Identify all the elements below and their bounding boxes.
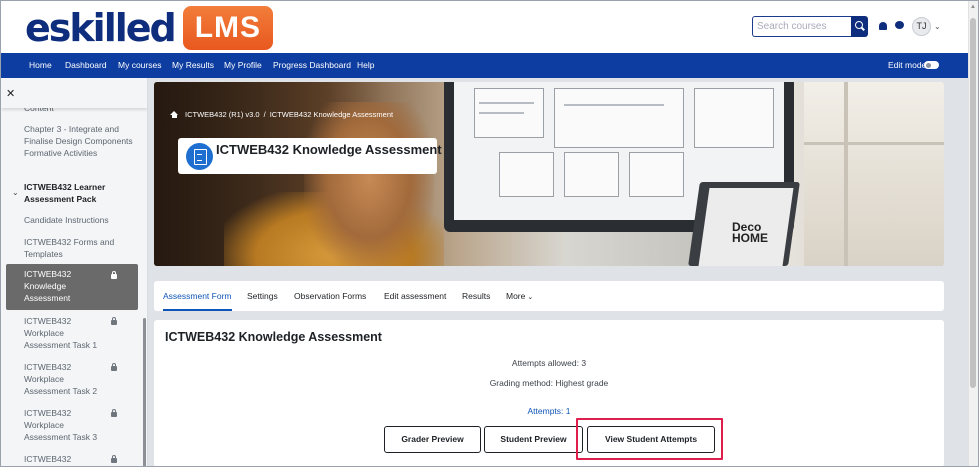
drawer-item-label: ICTWEB432 Knowledge Assessment	[24, 269, 72, 304]
hero-laptop-text: Deco HOME	[732, 220, 768, 245]
breadcrumb-current[interactable]: ICTWEB432 Knowledge Assessment	[270, 110, 393, 119]
drawer-header: ✕	[1, 78, 147, 108]
drawer-scrollbar[interactable]	[143, 318, 146, 467]
drawer-item-chapter-3[interactable]: Chapter 3 - Integrate and Finalise Desig…	[24, 123, 134, 160]
wireframe-box	[499, 152, 554, 197]
lock-icon	[111, 363, 117, 371]
highlight-annotation	[576, 418, 723, 460]
lock-icon	[111, 271, 117, 279]
nav-my-results[interactable]: My Results	[172, 53, 214, 78]
tab-assessment-form[interactable]: Assessment Form	[163, 281, 232, 311]
drawer-item-workplace-task-1[interactable]: ICTWEB432 Workplace Assessment Task 1	[24, 315, 100, 352]
breadcrumb: ICTWEB432 (R1) v3.0 / ICTWEB432 Knowledg…	[170, 110, 393, 119]
drawer-item-workplace-task-2[interactable]: ICTWEB432 Workplace Assessment Task 2	[24, 361, 100, 398]
lock-icon	[111, 455, 117, 463]
hero-person	[304, 102, 434, 266]
tab-observation-forms[interactable]: Observation Forms	[294, 281, 366, 311]
wireframe-box	[629, 152, 684, 197]
nav-help[interactable]: Help	[357, 53, 374, 78]
breadcrumb-separator: /	[263, 110, 266, 119]
nav-progress-dashboard[interactable]: Progress Dashboard	[273, 53, 351, 78]
search-icon[interactable]	[851, 16, 868, 37]
eskilled-lms-logo[interactable]: eskilled LMS	[25, 5, 274, 51]
drawer-item-ictweb432[interactable]: ICTWEB432	[24, 453, 100, 465]
logo-lms-badge: LMS	[182, 6, 274, 50]
drawer-item-knowledge-assessment[interactable]: ICTWEB432 Knowledge Assessment	[6, 264, 138, 310]
tab-more-label: More	[506, 291, 526, 301]
breadcrumb-course[interactable]: ICTWEB432 (R1) v3.0	[185, 110, 260, 119]
logo-wordmark: eskilled	[25, 6, 177, 50]
drawer-item-forms-templates[interactable]: ICTWEB432 Forms and Templates	[24, 236, 124, 260]
hero-window-frame	[804, 142, 944, 145]
wireframe-line	[564, 104, 664, 106]
primary-navigation: Home Dashboard My courses My Results My …	[1, 53, 968, 78]
edit-mode-label: Edit mode	[888, 60, 927, 70]
tab-settings[interactable]: Settings	[247, 281, 278, 311]
assignment-icon	[186, 143, 213, 170]
page-title: ICTWEB432 Knowledge Assessment	[216, 142, 442, 157]
wireframe-line	[479, 112, 524, 114]
wireframe-box	[554, 88, 684, 148]
assessment-title: ICTWEB432 Knowledge Assessment	[165, 330, 382, 344]
grading-method: Grading method: Highest grade	[489, 378, 609, 388]
secondary-navigation: Assessment Form Settings Observation For…	[154, 281, 944, 311]
wireframe-box	[564, 152, 619, 197]
home-icon[interactable]	[170, 111, 178, 118]
page-scrollbar-thumb[interactable]	[970, 18, 976, 388]
attempts-link[interactable]: Attempts: 1	[154, 406, 944, 416]
tab-results[interactable]: Results	[462, 281, 490, 311]
nav-home[interactable]: Home	[29, 53, 52, 78]
hero-window	[804, 82, 944, 266]
chat-icon[interactable]	[895, 21, 904, 29]
wireframe-box	[694, 88, 774, 148]
drawer-section-learner-assessment-pack[interactable]: ICTWEB432 Learner Assessment Pack	[24, 181, 124, 205]
grader-preview-button[interactable]: Grader Preview	[384, 426, 481, 453]
drawer-item-candidate-instructions[interactable]: Candidate Instructions	[24, 214, 134, 226]
nav-dashboard[interactable]: Dashboard	[65, 53, 107, 78]
chevron-down-icon[interactable]: ⌄	[934, 22, 941, 31]
search-input[interactable]	[752, 16, 851, 37]
avatar[interactable]: TJ	[912, 17, 931, 36]
scroll-up-arrow-icon[interactable]: ▲	[970, 4, 976, 10]
tab-edit-assessment[interactable]: Edit assessment	[384, 281, 446, 311]
drawer-item-workplace-task-3[interactable]: ICTWEB432 Workplace Assessment Task 3	[24, 407, 100, 444]
hero-window-frame	[844, 82, 848, 266]
course-search	[752, 16, 868, 37]
course-index-drawer: ✕ Content Chapter 3 - Integrate and Fina…	[1, 78, 148, 467]
lock-icon	[111, 317, 117, 325]
nav-my-profile[interactable]: My Profile	[224, 53, 262, 78]
chevron-down-icon: ⌄	[527, 294, 534, 301]
bell-icon[interactable]	[879, 22, 887, 30]
tab-more[interactable]: More ⌄	[506, 281, 533, 311]
chevron-down-icon[interactable]: ⌄	[12, 188, 19, 197]
wireframe-line	[479, 102, 534, 104]
edit-mode-toggle[interactable]	[924, 61, 939, 69]
nav-my-courses[interactable]: My courses	[118, 53, 161, 78]
attempts-allowed: Attempts allowed: 3	[511, 358, 587, 368]
close-icon[interactable]: ✕	[6, 87, 15, 100]
page-title-card: ICTWEB432 Knowledge Assessment	[178, 138, 442, 174]
student-preview-button[interactable]: Student Preview	[484, 426, 583, 453]
lock-icon	[111, 409, 117, 417]
